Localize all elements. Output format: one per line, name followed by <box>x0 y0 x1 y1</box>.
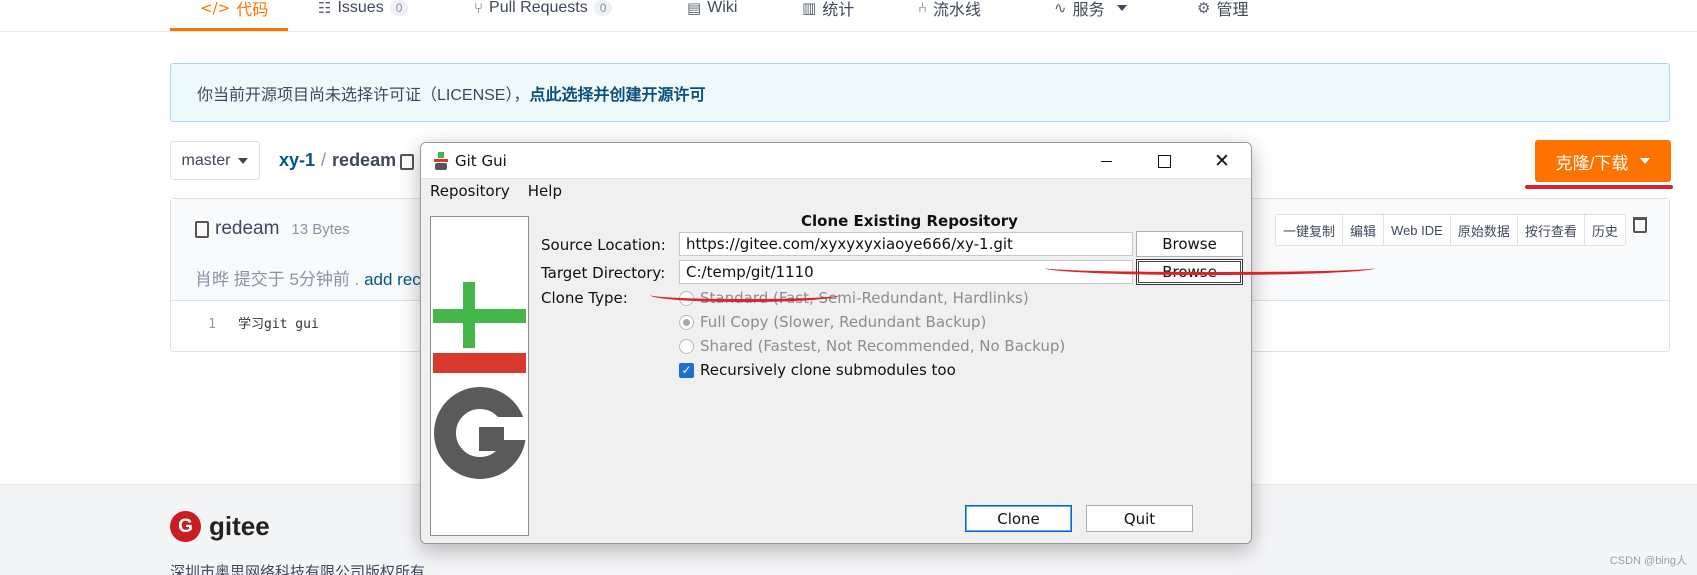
tab-stats-label: 统计 <box>822 2 855 19</box>
radio-full-copy[interactable] <box>679 314 694 330</box>
tab-stats[interactable]: ▥ 统计 <box>802 0 854 22</box>
services-icon: ∿ <box>1054 0 1067 17</box>
issues-icon: ☷ <box>318 0 332 17</box>
chevron-down-icon <box>1116 5 1127 11</box>
source-location-label: Source Location: <box>541 236 666 254</box>
breadcrumb-separator: / <box>321 150 327 170</box>
minimize-button[interactable] <box>1077 143 1135 179</box>
clone-download-label: 克隆/下载 <box>1555 153 1629 173</box>
tab-services-label: 服务 <box>1072 2 1105 19</box>
git-gui-app-icon <box>434 152 448 170</box>
tab-code-label: 代码 <box>236 2 269 19</box>
copy-path-icon[interactable] <box>400 154 414 170</box>
branch-select[interactable]: master <box>170 141 260 180</box>
clone-type-label: Clone Type: <box>541 289 628 307</box>
gitee-logo[interactable]: G gitee <box>170 511 270 542</box>
history-button[interactable]: 历史 <box>1585 215 1625 245</box>
code-line: 1 学习git gui <box>171 313 319 332</box>
copyright-text: 深圳市奥思网络科技有限公司版权所有 <box>170 564 426 575</box>
annotation-underline <box>650 288 840 302</box>
commit-info: 肖晔 提交于 5分钟前 . add rec <box>195 265 421 290</box>
menubar: Repository Help <box>421 179 1251 203</box>
submodules-label: Recursively clone submodules too <box>700 361 956 379</box>
edit-button[interactable]: 编辑 <box>1343 215 1385 245</box>
annotation-underline <box>1525 185 1673 189</box>
tab-pull-requests-label: Pull Requests <box>489 0 588 16</box>
file-toolbar: 一键复制 编辑 Web IDE 原始数据 按行查看 历史 <box>1275 214 1626 246</box>
window-title: Git Gui <box>455 152 507 170</box>
quit-button[interactable]: Quit <box>1086 505 1193 532</box>
tab-wiki[interactable]: ▤ Wiki <box>687 0 737 22</box>
pull-requests-count: 0 <box>593 0 613 16</box>
submodules-option[interactable]: ✓ Recursively clone submodules too <box>679 361 956 379</box>
gitee-logo-icon: G <box>170 511 201 542</box>
copy-all-button[interactable]: 一键复制 <box>1276 215 1344 245</box>
wiki-icon: ▤ <box>687 0 702 17</box>
git-logo-image <box>430 216 529 536</box>
clone-type-shared-label: Shared (Fastest, Not Recommended, No Bac… <box>700 337 1066 355</box>
issues-count: 0 <box>389 0 409 16</box>
manage-icon: ⚙ <box>1197 0 1211 17</box>
tab-pipeline-label: 流水线 <box>933 2 982 19</box>
window-titlebar[interactable]: Git Gui ✕ <box>421 143 1251 179</box>
target-directory-label: Target Directory: <box>541 264 666 282</box>
git-gui-window: Git Gui ✕ Repository Help Clone Existing… <box>420 142 1252 544</box>
clone-type-shared[interactable]: Shared (Fastest, Not Recommended, No Bac… <box>679 337 1065 355</box>
clone-download-button[interactable]: 克隆/下载 <box>1535 140 1671 182</box>
license-create-link[interactable]: 点此选择并创建开源许可 <box>529 81 705 105</box>
breadcrumb-repo[interactable]: xy-1 <box>279 150 315 170</box>
tab-issues-label: Issues <box>337 0 384 16</box>
tab-wiki-label: Wiki <box>707 0 738 16</box>
web-ide-button[interactable]: Web IDE <box>1384 215 1451 245</box>
commit-author-time: 肖晔 提交于 5分钟前 . <box>195 270 360 289</box>
license-banner: 你当前开源项目尚未选择许可证（LICENSE）， 点此选择并创建开源许可 <box>170 63 1670 122</box>
clone-button[interactable]: Clone <box>965 505 1072 532</box>
annotation-underline <box>1045 261 1375 275</box>
source-location-input[interactable]: https://gitee.com/xyxyxyxiaoye666/xy-1.g… <box>679 232 1133 256</box>
tab-pull-requests[interactable]: ⑂ Pull Requests 0 <box>474 0 613 22</box>
file-title: redeam 13 Bytes <box>195 218 350 240</box>
file-name: redeam <box>215 218 280 239</box>
dialog-heading: Clone Existing Repository <box>801 212 1018 230</box>
clone-type-full-copy-label: Full Copy (Slower, Redundant Backup) <box>700 313 987 331</box>
branch-name: master <box>181 151 231 169</box>
repo-nav: </> 代码 ☷ Issues 0 ⑂ Pull Requests 0 ▤ Wi… <box>0 0 1697 32</box>
submodules-checkbox[interactable]: ✓ <box>679 362 694 378</box>
line-code: 学习git gui <box>238 317 319 332</box>
tab-code[interactable]: </> 代码 <box>200 0 268 22</box>
raw-button[interactable]: 原始数据 <box>1451 215 1518 245</box>
file-size: 13 Bytes <box>291 220 350 238</box>
tab-manage[interactable]: ⚙ 管理 <box>1197 0 1248 22</box>
breadcrumb-file: redeam <box>332 150 397 170</box>
pipeline-icon: ⑃ <box>918 0 928 17</box>
breadcrumb: xy-1 /redeam <box>279 150 396 171</box>
tab-pipeline[interactable]: ⑃ 流水线 <box>918 0 981 22</box>
code-icon: </> <box>200 0 231 17</box>
watermark: CSDN @bing人 <box>1609 555 1687 567</box>
clone-type-full-copy[interactable]: Full Copy (Slower, Redundant Backup) <box>679 313 986 331</box>
menu-help[interactable]: Help <box>519 182 571 200</box>
source-browse-button[interactable]: Browse <box>1136 231 1243 257</box>
radio-shared[interactable] <box>679 338 694 354</box>
pull-request-icon: ⑂ <box>474 0 484 17</box>
chevron-down-icon <box>1640 158 1651 164</box>
delete-icon[interactable] <box>1633 217 1647 233</box>
blame-button[interactable]: 按行查看 <box>1518 215 1585 245</box>
maximize-button[interactable] <box>1135 143 1193 179</box>
file-icon <box>195 220 209 238</box>
chevron-down-icon <box>238 157 249 164</box>
tab-services[interactable]: ∿ 服务 <box>1054 0 1127 22</box>
menu-repository[interactable]: Repository <box>421 182 519 200</box>
close-button[interactable]: ✕ <box>1193 143 1251 179</box>
license-banner-text: 你当前开源项目尚未选择许可证（LICENSE）， <box>197 86 530 104</box>
line-number: 1 <box>208 317 216 332</box>
commit-message-link[interactable]: add rec <box>364 270 421 289</box>
tab-manage-label: 管理 <box>1216 2 1249 19</box>
active-tab-indicator <box>170 28 288 31</box>
stats-icon: ▥ <box>802 0 817 17</box>
gitee-brand: gitee <box>209 511 270 541</box>
tab-issues[interactable]: ☷ Issues 0 <box>318 0 409 22</box>
